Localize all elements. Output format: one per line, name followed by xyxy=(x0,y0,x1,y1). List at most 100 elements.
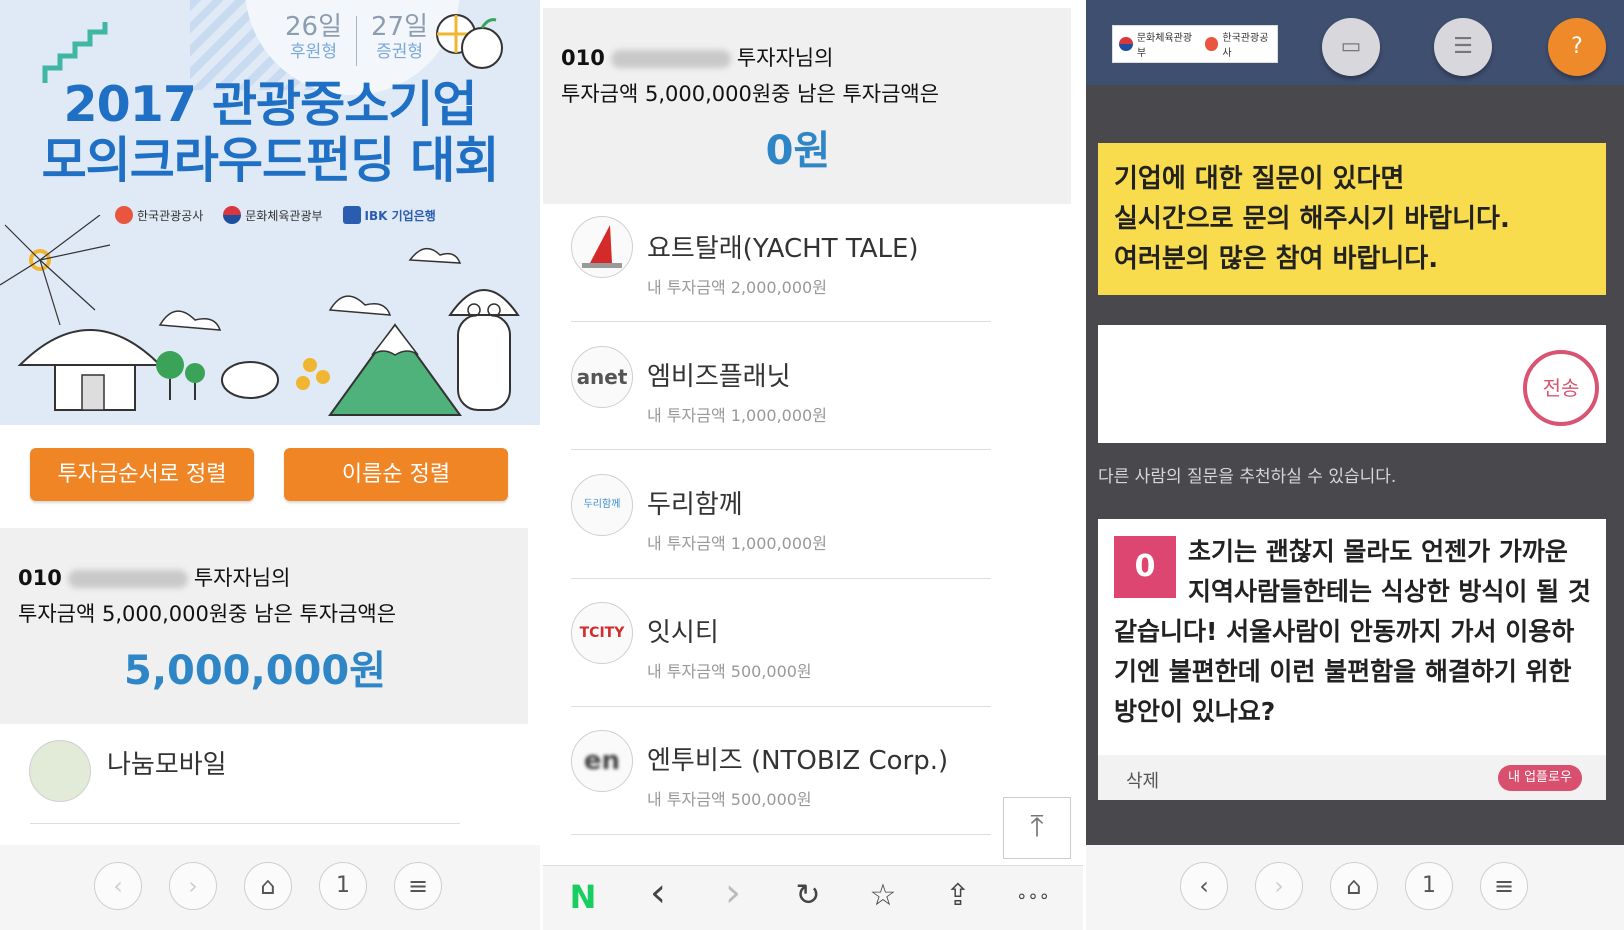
phone-prefix: 010 xyxy=(561,46,605,70)
forward-button[interactable]: › xyxy=(713,870,753,916)
event-dates: 26일 후원형 27일 증권형 xyxy=(285,12,428,66)
forward-button[interactable]: › xyxy=(169,862,217,910)
remaining-investment-box: 010 투자자님의 투자금액 5,000,000원중 남은 투자금액은 0원 xyxy=(543,8,1071,204)
vote-spacer xyxy=(1114,532,1188,602)
company-name: 엠비즈플래닛 xyxy=(647,362,791,392)
kto-logo-icon xyxy=(1204,37,1219,51)
bookmark-star-button[interactable]: ☆ xyxy=(863,878,903,913)
date-2-type: 증권형 xyxy=(376,42,423,62)
list-item[interactable]: 요트탈래(YACHT TALE) 내 투자금액 2,000,000원 xyxy=(543,210,1083,326)
list-item[interactable]: 나눔모바일 xyxy=(0,726,540,826)
company-logo-text: en xyxy=(583,746,621,776)
my-investment-amount: 내 투자금액 500,000원 xyxy=(647,790,812,809)
list-item[interactable]: en 엔투비즈 (NTOBIZ Corp.) 내 투자금액 500,000원 xyxy=(543,722,1083,838)
date-separator xyxy=(356,16,358,66)
date-1: 26일 xyxy=(285,12,343,42)
mcst-logo-icon xyxy=(1119,37,1133,51)
my-investment-amount: 내 투자금액 2,000,000원 xyxy=(647,278,827,297)
company-logo: TCITY xyxy=(571,602,633,664)
list-item[interactable]: anet 엠비즈플래닛 내 투자금액 1,000,000원 xyxy=(543,338,1083,454)
tabs-button[interactable]: 1 xyxy=(319,862,367,910)
menu-button[interactable]: ≡ xyxy=(394,862,442,910)
header-logo-name-1: 문화체육관광부 xyxy=(1136,33,1193,59)
company-name: 두리함께 xyxy=(647,490,743,520)
list-divider xyxy=(571,449,991,450)
company-logo-text: TCITY xyxy=(579,625,625,641)
question-footer: 삭제 내 업플로우 xyxy=(1098,755,1606,800)
notice-banner: 기업에 대한 질문이 있다면 실시간으로 문의 해주시기 바랍니다. 여러분의 … xyxy=(1098,143,1606,295)
event-banner: 26일 후원형 27일 증권형 2017 관광중소기업 모의크라우드펀딩 대회 … xyxy=(0,0,540,425)
company-name: 나눔모바일 xyxy=(107,750,227,780)
list-divider xyxy=(571,706,991,707)
home-button[interactable]: ⌂ xyxy=(244,862,292,910)
tabs-button[interactable]: 1 xyxy=(1405,862,1453,910)
list-item[interactable]: 두리함께 두리함께 내 투자금액 1,000,000원 xyxy=(543,466,1083,582)
investment-summary: 투자금액 5,000,000원중 남은 투자금액은 xyxy=(561,82,940,106)
left-screen: 26일 후원형 27일 증권형 2017 관광중소기업 모의크라우드펀딩 대회 … xyxy=(0,0,540,930)
share-button[interactable]: ⇪ xyxy=(938,878,978,913)
notice-line-2: 실시간으로 문의 해주시기 바랍니다. xyxy=(1114,204,1510,234)
notice-line-1: 기업에 대한 질문이 있다면 xyxy=(1114,164,1405,194)
my-upload-badge: 내 업플로우 xyxy=(1498,765,1582,791)
app-header: 문화체육관광부 한국관광공사 ▭ ☰ ? xyxy=(1086,0,1624,85)
investor-line: 010 투자자님의 xyxy=(18,562,290,592)
notice-line-3: 여러분의 많은 참여 바랍니다. xyxy=(1114,244,1439,274)
list-divider xyxy=(571,578,991,579)
investor-suffix: 투자자님의 xyxy=(193,566,291,590)
blurred-phone-number xyxy=(67,570,188,588)
recommend-hint: 다른 사람의 질문을 추천하실 수 있습니다. xyxy=(1098,467,1397,487)
investor-line: 010 투자자님의 xyxy=(561,42,833,72)
home-button[interactable]: ⌂ xyxy=(1330,862,1378,910)
question-icon[interactable]: ? xyxy=(1548,18,1606,76)
investor-suffix: 투자자님의 xyxy=(736,46,834,70)
list-item[interactable]: TCITY 잇시티 내 투자금액 500,000원 xyxy=(543,594,1083,710)
my-investment-amount: 내 투자금액 1,000,000원 xyxy=(647,534,827,553)
forward-button[interactable]: › xyxy=(1255,862,1303,910)
question-card: 0 초기는 괜찮지 몰라도 언젠가 가까운 지역사람들한테는 식상한 방식이 될… xyxy=(1098,519,1606,800)
naver-home-button[interactable]: N xyxy=(563,878,603,916)
sort-by-name-button[interactable]: 이름순 정렬 xyxy=(284,448,508,501)
question-text: 초기는 괜찮지 몰라도 언젠가 가까운 지역사람들한테는 식상한 방식이 될 것… xyxy=(1114,532,1594,732)
header-logo-name-2: 한국관광공사 xyxy=(1222,33,1269,59)
back-button[interactable]: ‹ xyxy=(94,862,142,910)
send-button[interactable]: 전송 xyxy=(1523,350,1599,426)
banner-title-line1: 2017 관광중소기업 xyxy=(63,76,478,133)
list-divider xyxy=(571,834,991,835)
sailboat-icon xyxy=(582,225,622,268)
company-logo xyxy=(29,740,91,802)
browser-toolbar: N ‹ › ↻ ☆ ⇪ ∘∘∘ xyxy=(543,865,1083,930)
back-button[interactable]: ‹ xyxy=(638,870,678,916)
blurred-phone-number xyxy=(610,50,731,68)
banner-title-line2: 모의크라우드펀딩 대회 xyxy=(41,132,500,189)
list-divider xyxy=(30,823,460,824)
scroll-top-button[interactable]: ⤒ xyxy=(1003,797,1071,859)
date-box-2: 27일 증권형 xyxy=(371,12,428,66)
more-button[interactable]: ∘∘∘ xyxy=(1003,886,1063,907)
date-1-type: 후원형 xyxy=(290,42,337,62)
remaining-amount: 0원 xyxy=(765,128,831,174)
company-logo: en xyxy=(571,730,633,792)
date-box-1: 26일 후원형 xyxy=(285,12,342,66)
investment-list-icon[interactable]: ☰ xyxy=(1434,18,1492,76)
back-button[interactable]: ‹ xyxy=(1180,862,1228,910)
my-investment-amount: 내 투자금액 500,000원 xyxy=(647,662,812,681)
header-logo: 문화체육관광부 한국관광공사 xyxy=(1112,25,1278,63)
browser-bottom-bar: ‹ › ⌂ 1 ≡ xyxy=(1086,845,1624,930)
company-name: 잇시티 xyxy=(647,618,719,648)
middle-screen: 010 투자자님의 투자금액 5,000,000원중 남은 투자금액은 0원 요트… xyxy=(543,0,1083,930)
remaining-amount: 5,000,000원 xyxy=(123,648,386,694)
my-investment-amount: 내 투자금액 1,000,000원 xyxy=(647,406,827,425)
menu-button[interactable]: ≡ xyxy=(1480,862,1528,910)
company-info-icon[interactable]: ▭ xyxy=(1322,18,1380,76)
question-input[interactable]: 전송 xyxy=(1098,325,1606,443)
sort-by-amount-button[interactable]: 투자금순서로 정렬 xyxy=(30,448,254,501)
date-2: 27일 xyxy=(371,12,429,42)
landscape-illustration xyxy=(0,215,520,416)
investment-summary: 투자금액 5,000,000원중 남은 투자금액은 xyxy=(18,602,397,626)
right-screen: 문화체육관광부 한국관광공사 ▭ ☰ ? 기업에 대한 질문이 있다면 실시간으… xyxy=(1086,0,1624,930)
remaining-investment-box: 010 투자자님의 투자금액 5,000,000원중 남은 투자금액은 5,000… xyxy=(0,528,528,724)
browser-bottom-bar: ‹ › ⌂ 1 ≡ xyxy=(0,845,540,930)
reload-button[interactable]: ↻ xyxy=(788,878,828,913)
orange-icon xyxy=(436,14,503,69)
delete-button[interactable]: 삭제 xyxy=(1126,767,1159,793)
